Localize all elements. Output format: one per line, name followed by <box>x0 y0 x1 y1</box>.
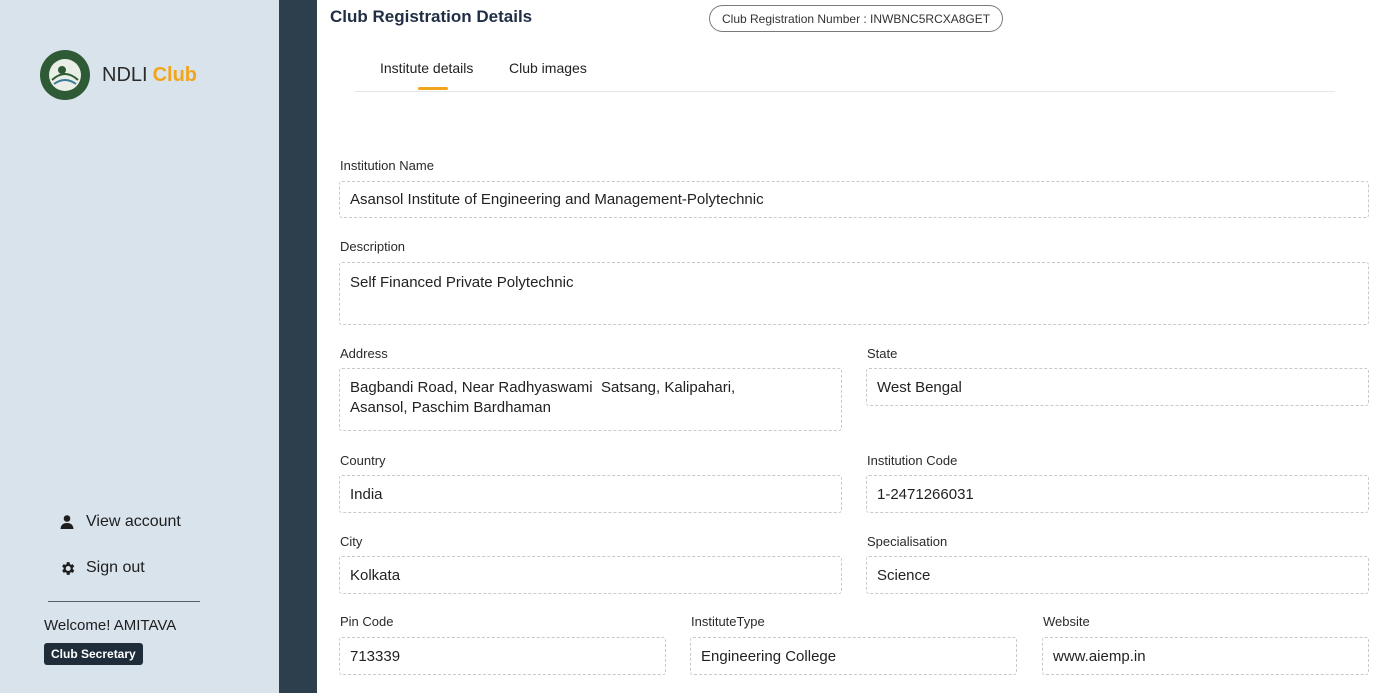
description-field[interactable]: Self Financed Private Polytechnic <box>339 262 1369 325</box>
active-tab-indicator <box>418 87 448 90</box>
pin-code-label: Pin Code <box>340 614 394 629</box>
sign-out-link[interactable]: Sign out <box>58 559 145 577</box>
person-icon <box>58 513 76 531</box>
institute-type-label: InstituteType <box>691 614 765 629</box>
registration-number-badge: Club Registration Number : INWBNC5RCXA8G… <box>709 5 1004 32</box>
address-field[interactable]: Bagbandi Road, Near Radhyaswami Satsang,… <box>339 368 842 431</box>
institute-type-field[interactable]: Engineering College <box>690 637 1017 675</box>
sidebar-divider <box>48 601 200 602</box>
main-content: Club Registration Details Club Registrat… <box>317 0 1373 693</box>
institution-code-field[interactable]: 1-2471266031 <box>866 475 1369 513</box>
page-title: Club Registration Details <box>330 7 533 26</box>
website-field[interactable]: www.aiemp.in <box>1042 637 1369 675</box>
role-badge: Club Secretary <box>44 643 143 665</box>
state-label: State <box>867 346 898 361</box>
city-field[interactable]: Kolkata <box>339 556 842 594</box>
welcome-message: Welcome! AMITAVA <box>44 617 176 634</box>
institution-name-field[interactable]: Asansol Institute of Engineering and Man… <box>339 181 1369 218</box>
brand-name-main: NDLI <box>102 63 148 86</box>
city-label: City <box>340 534 363 549</box>
sidebar-edge <box>279 0 317 693</box>
website-label: Website <box>1043 614 1090 629</box>
gear-icon <box>58 559 76 577</box>
description-label: Description <box>340 239 406 254</box>
brand-name: NDLI Club <box>102 64 197 87</box>
sign-out-label: Sign out <box>86 559 145 576</box>
country-field[interactable]: India <box>339 475 842 513</box>
sidebar: NDLI Club View account Sign out Welcome! … <box>0 0 279 693</box>
pin-code-field[interactable]: 713339 <box>339 637 666 675</box>
brand-logo[interactable]: NDLI Club <box>40 50 197 100</box>
ndli-logo-icon <box>40 50 90 100</box>
view-account-label: View account <box>86 513 181 530</box>
tab-institute-details[interactable]: Institute details <box>380 60 473 76</box>
country-label: Country <box>340 453 386 468</box>
tab-bar: Institute details Club images <box>355 52 1335 92</box>
brand-name-accent: Club <box>152 63 198 86</box>
username: AMITAVA <box>113 617 177 634</box>
view-account-link[interactable]: View account <box>58 513 181 531</box>
institution-name-label: Institution Name <box>340 158 434 173</box>
address-label: Address <box>340 346 388 361</box>
welcome-prefix: Welcome! <box>44 617 111 634</box>
specialisation-field[interactable]: Science <box>866 556 1369 594</box>
state-field[interactable]: West Bengal <box>866 368 1369 406</box>
tab-club-images[interactable]: Club images <box>509 60 587 76</box>
institution-code-label: Institution Code <box>867 453 958 468</box>
specialisation-label: Specialisation <box>867 534 948 549</box>
